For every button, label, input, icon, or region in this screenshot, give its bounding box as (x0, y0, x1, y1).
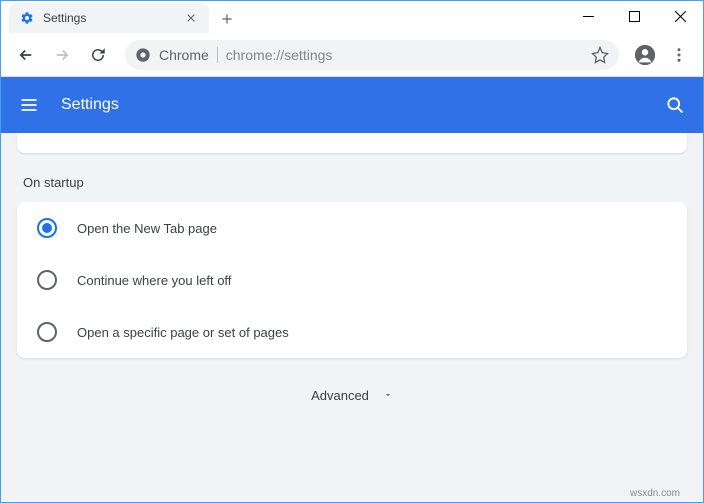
hamburger-menu-icon[interactable] (17, 93, 41, 117)
advanced-label: Advanced (311, 388, 369, 403)
browser-toolbar: Chrome chrome://settings (1, 33, 703, 77)
omnibox-url: chrome://settings (226, 47, 583, 63)
radio-option-new-tab[interactable]: Open the New Tab page (17, 202, 687, 254)
radio-label: Continue where you left off (77, 273, 231, 288)
chrome-menu-button[interactable] (663, 39, 695, 71)
back-button[interactable] (9, 38, 43, 72)
gear-icon (19, 10, 35, 26)
maximize-button[interactable] (611, 1, 657, 31)
radio-button-icon (37, 270, 57, 290)
minimize-button[interactable] (565, 1, 611, 31)
radio-option-specific-pages[interactable]: Open a specific page or set of pages (17, 306, 687, 358)
page-title: Settings (61, 96, 663, 114)
startup-options-card: Open the New Tab page Continue where you… (17, 202, 687, 358)
radio-label: Open a specific page or set of pages (77, 325, 289, 340)
divider (217, 47, 218, 63)
omnibox-origin-label: Chrome (159, 47, 209, 63)
forward-button[interactable] (45, 38, 79, 72)
radio-label: Open the New Tab page (77, 221, 217, 236)
reload-button[interactable] (81, 38, 115, 72)
settings-content: On startup Open the New Tab page Continu… (1, 133, 703, 502)
radio-option-continue[interactable]: Continue where you left off (17, 254, 687, 306)
window-controls (565, 1, 703, 31)
browser-tab[interactable]: Settings (9, 3, 209, 33)
search-icon[interactable] (663, 93, 687, 117)
section-heading: On startup (23, 175, 681, 190)
radio-button-icon (37, 218, 57, 238)
radio-button-icon (37, 322, 57, 342)
previous-section-card (17, 133, 687, 153)
tab-title: Settings (43, 11, 175, 25)
close-window-button[interactable] (657, 1, 703, 31)
chevron-down-icon (383, 388, 393, 403)
settings-app-header: Settings (1, 77, 703, 133)
address-bar[interactable]: Chrome chrome://settings (125, 40, 619, 70)
advanced-toggle-button[interactable]: Advanced (1, 388, 703, 403)
new-tab-button[interactable] (213, 5, 241, 33)
window-titlebar: Settings (1, 1, 703, 33)
profile-avatar-button[interactable] (629, 39, 661, 71)
watermark: wsxdn.com (630, 488, 680, 499)
close-tab-button[interactable] (183, 10, 199, 26)
bookmark-star-icon[interactable] (591, 46, 609, 64)
chrome-icon (135, 47, 151, 63)
